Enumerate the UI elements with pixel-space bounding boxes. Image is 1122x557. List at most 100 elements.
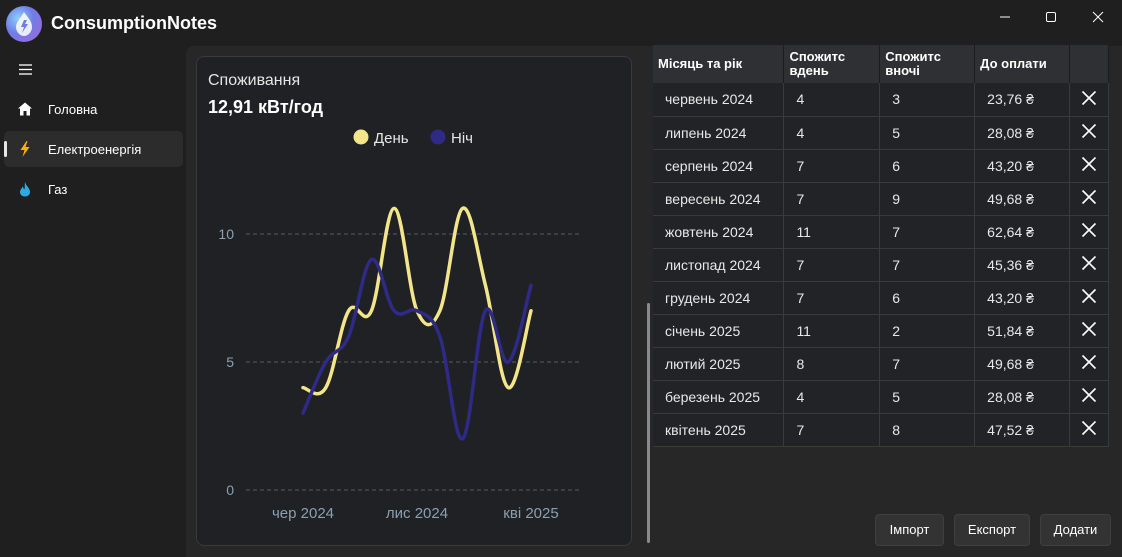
cell-day[interactable]: 7 — [783, 149, 881, 183]
table-row[interactable]: серпень 2024 7 6 43,20 ₴ — [653, 149, 1109, 183]
cell-night[interactable]: 3 — [879, 83, 976, 117]
cell-month[interactable]: серпень 2024 — [653, 149, 785, 183]
cell-day[interactable]: 4 — [783, 380, 881, 414]
consumption-table: Місяць та рік Спожитс вдень Спожитс вноч… — [653, 45, 1109, 447]
delete-row-icon[interactable] — [1080, 221, 1098, 239]
cell-month[interactable]: січень 2025 — [653, 314, 785, 348]
cell-payment[interactable]: 62,64 ₴ — [974, 215, 1071, 249]
lightning-icon — [16, 140, 34, 158]
cell-day[interactable]: 7 — [783, 248, 881, 282]
cell-night[interactable]: 7 — [879, 215, 976, 249]
delete-row-icon[interactable] — [1080, 155, 1098, 173]
cell-night[interactable]: 2 — [879, 314, 976, 348]
x-tick-label: кві 2025 — [503, 505, 558, 522]
cell-month[interactable]: березень 2025 — [653, 380, 785, 414]
add-button[interactable]: Додати — [1040, 514, 1111, 546]
nav-label-home: Головна — [48, 102, 98, 117]
cell-month[interactable]: червень 2024 — [653, 83, 785, 117]
nav-item-home[interactable]: Головна — [4, 91, 183, 127]
delete-row-cell — [1069, 281, 1109, 315]
hamburger-menu-icon[interactable] — [14, 60, 38, 80]
close-window-button[interactable] — [1078, 6, 1118, 28]
cell-day[interactable]: 11 — [783, 314, 881, 348]
cell-day[interactable]: 7 — [783, 281, 881, 315]
nav-item-gas[interactable]: Газ — [4, 171, 183, 207]
table-row[interactable]: квітень 2025 7 8 47,52 ₴ — [653, 413, 1109, 447]
minimize-button[interactable] — [985, 6, 1025, 28]
import-button[interactable]: Імпорт — [875, 514, 944, 546]
table-row[interactable]: липень 2024 4 5 28,08 ₴ — [653, 116, 1109, 150]
cell-night[interactable]: 5 — [879, 116, 976, 150]
table-row[interactable]: березень 2025 4 5 28,08 ₴ — [653, 380, 1109, 414]
cell-night[interactable]: 6 — [879, 281, 976, 315]
column-header-payment[interactable]: До оплати — [974, 45, 1071, 83]
cell-day[interactable]: 7 — [783, 413, 881, 447]
cell-payment[interactable]: 43,20 ₴ — [974, 149, 1071, 183]
cell-night[interactable]: 9 — [879, 182, 976, 216]
cell-month[interactable]: липень 2024 — [653, 116, 785, 150]
column-header-night[interactable]: Спожитс вночі — [879, 45, 976, 83]
column-header-day[interactable]: Спожитс вдень — [783, 45, 881, 83]
cell-payment[interactable]: 49,68 ₴ — [974, 347, 1071, 381]
cell-day[interactable]: 7 — [783, 182, 881, 216]
cell-payment[interactable]: 43,20 ₴ — [974, 281, 1071, 315]
delete-row-icon[interactable] — [1080, 122, 1098, 140]
delete-row-cell — [1069, 83, 1109, 117]
x-tick-label: лис 2024 — [386, 505, 448, 522]
table-row[interactable]: вересень 2024 7 9 49,68 ₴ — [653, 182, 1109, 216]
y-tick-label: 5 — [226, 354, 234, 370]
cell-payment[interactable]: 28,08 ₴ — [974, 116, 1071, 150]
delete-row-icon[interactable] — [1080, 254, 1098, 272]
delete-row-cell — [1069, 314, 1109, 348]
vertical-scrollbar[interactable] — [647, 303, 650, 543]
cell-night[interactable]: 7 — [879, 347, 976, 381]
delete-row-icon[interactable] — [1080, 287, 1098, 305]
cell-night[interactable]: 5 — [879, 380, 976, 414]
table-row[interactable]: листопад 2024 7 7 45,36 ₴ — [653, 248, 1109, 282]
cell-month[interactable]: листопад 2024 — [653, 248, 785, 282]
table-row[interactable]: червень 2024 4 3 23,76 ₴ — [653, 83, 1109, 117]
cell-payment[interactable]: 51,84 ₴ — [974, 314, 1071, 348]
delete-row-cell — [1069, 380, 1109, 414]
flame-icon — [16, 180, 34, 198]
cell-month[interactable]: квітень 2025 — [653, 413, 785, 447]
cell-day[interactable]: 8 — [783, 347, 881, 381]
cell-night[interactable]: 6 — [879, 149, 976, 183]
cell-month[interactable]: грудень 2024 — [653, 281, 785, 315]
delete-row-cell — [1069, 116, 1109, 150]
delete-row-icon[interactable] — [1080, 353, 1098, 371]
cell-payment[interactable]: 28,08 ₴ — [974, 380, 1071, 414]
legend-marker-1 — [430, 129, 446, 145]
delete-row-cell — [1069, 347, 1109, 381]
delete-row-icon[interactable] — [1080, 386, 1098, 404]
delete-row-icon[interactable] — [1080, 188, 1098, 206]
delete-row-cell — [1069, 149, 1109, 183]
delete-row-icon[interactable] — [1080, 320, 1098, 338]
cell-payment[interactable]: 45,36 ₴ — [974, 248, 1071, 282]
cell-payment[interactable]: 23,76 ₴ — [974, 83, 1071, 117]
cell-night[interactable]: 8 — [879, 413, 976, 447]
table-row[interactable]: лютий 2025 8 7 49,68 ₴ — [653, 347, 1109, 381]
cell-payment[interactable]: 49,68 ₴ — [974, 182, 1071, 216]
table-row[interactable]: жовтень 2024 11 7 62,64 ₴ — [653, 215, 1109, 249]
delete-row-icon[interactable] — [1080, 419, 1098, 437]
cell-day[interactable]: 11 — [783, 215, 881, 249]
nav-item-electricity[interactable]: Електроенергія — [4, 131, 183, 167]
delete-row-icon[interactable] — [1080, 89, 1098, 107]
cell-month[interactable]: лютий 2025 — [653, 347, 785, 381]
table-row[interactable]: грудень 2024 7 6 43,20 ₴ — [653, 281, 1109, 315]
cell-month[interactable]: вересень 2024 — [653, 182, 785, 216]
cell-month[interactable]: жовтень 2024 — [653, 215, 785, 249]
app-logo-icon — [6, 6, 42, 42]
legend-label-1: Ніч — [451, 130, 473, 147]
table-row[interactable]: січень 2025 11 2 51,84 ₴ — [653, 314, 1109, 348]
export-button[interactable]: Експорт — [954, 514, 1030, 546]
cell-night[interactable]: 7 — [879, 248, 976, 282]
cell-payment[interactable]: 47,52 ₴ — [974, 413, 1071, 447]
nav-label-electricity: Електроенергія — [48, 142, 142, 157]
maximize-button[interactable] — [1031, 6, 1071, 28]
x-tick-label: чер 2024 — [272, 505, 334, 522]
cell-day[interactable]: 4 — [783, 116, 881, 150]
cell-day[interactable]: 4 — [783, 83, 881, 117]
column-header-month[interactable]: Місяць та рік — [653, 45, 785, 83]
